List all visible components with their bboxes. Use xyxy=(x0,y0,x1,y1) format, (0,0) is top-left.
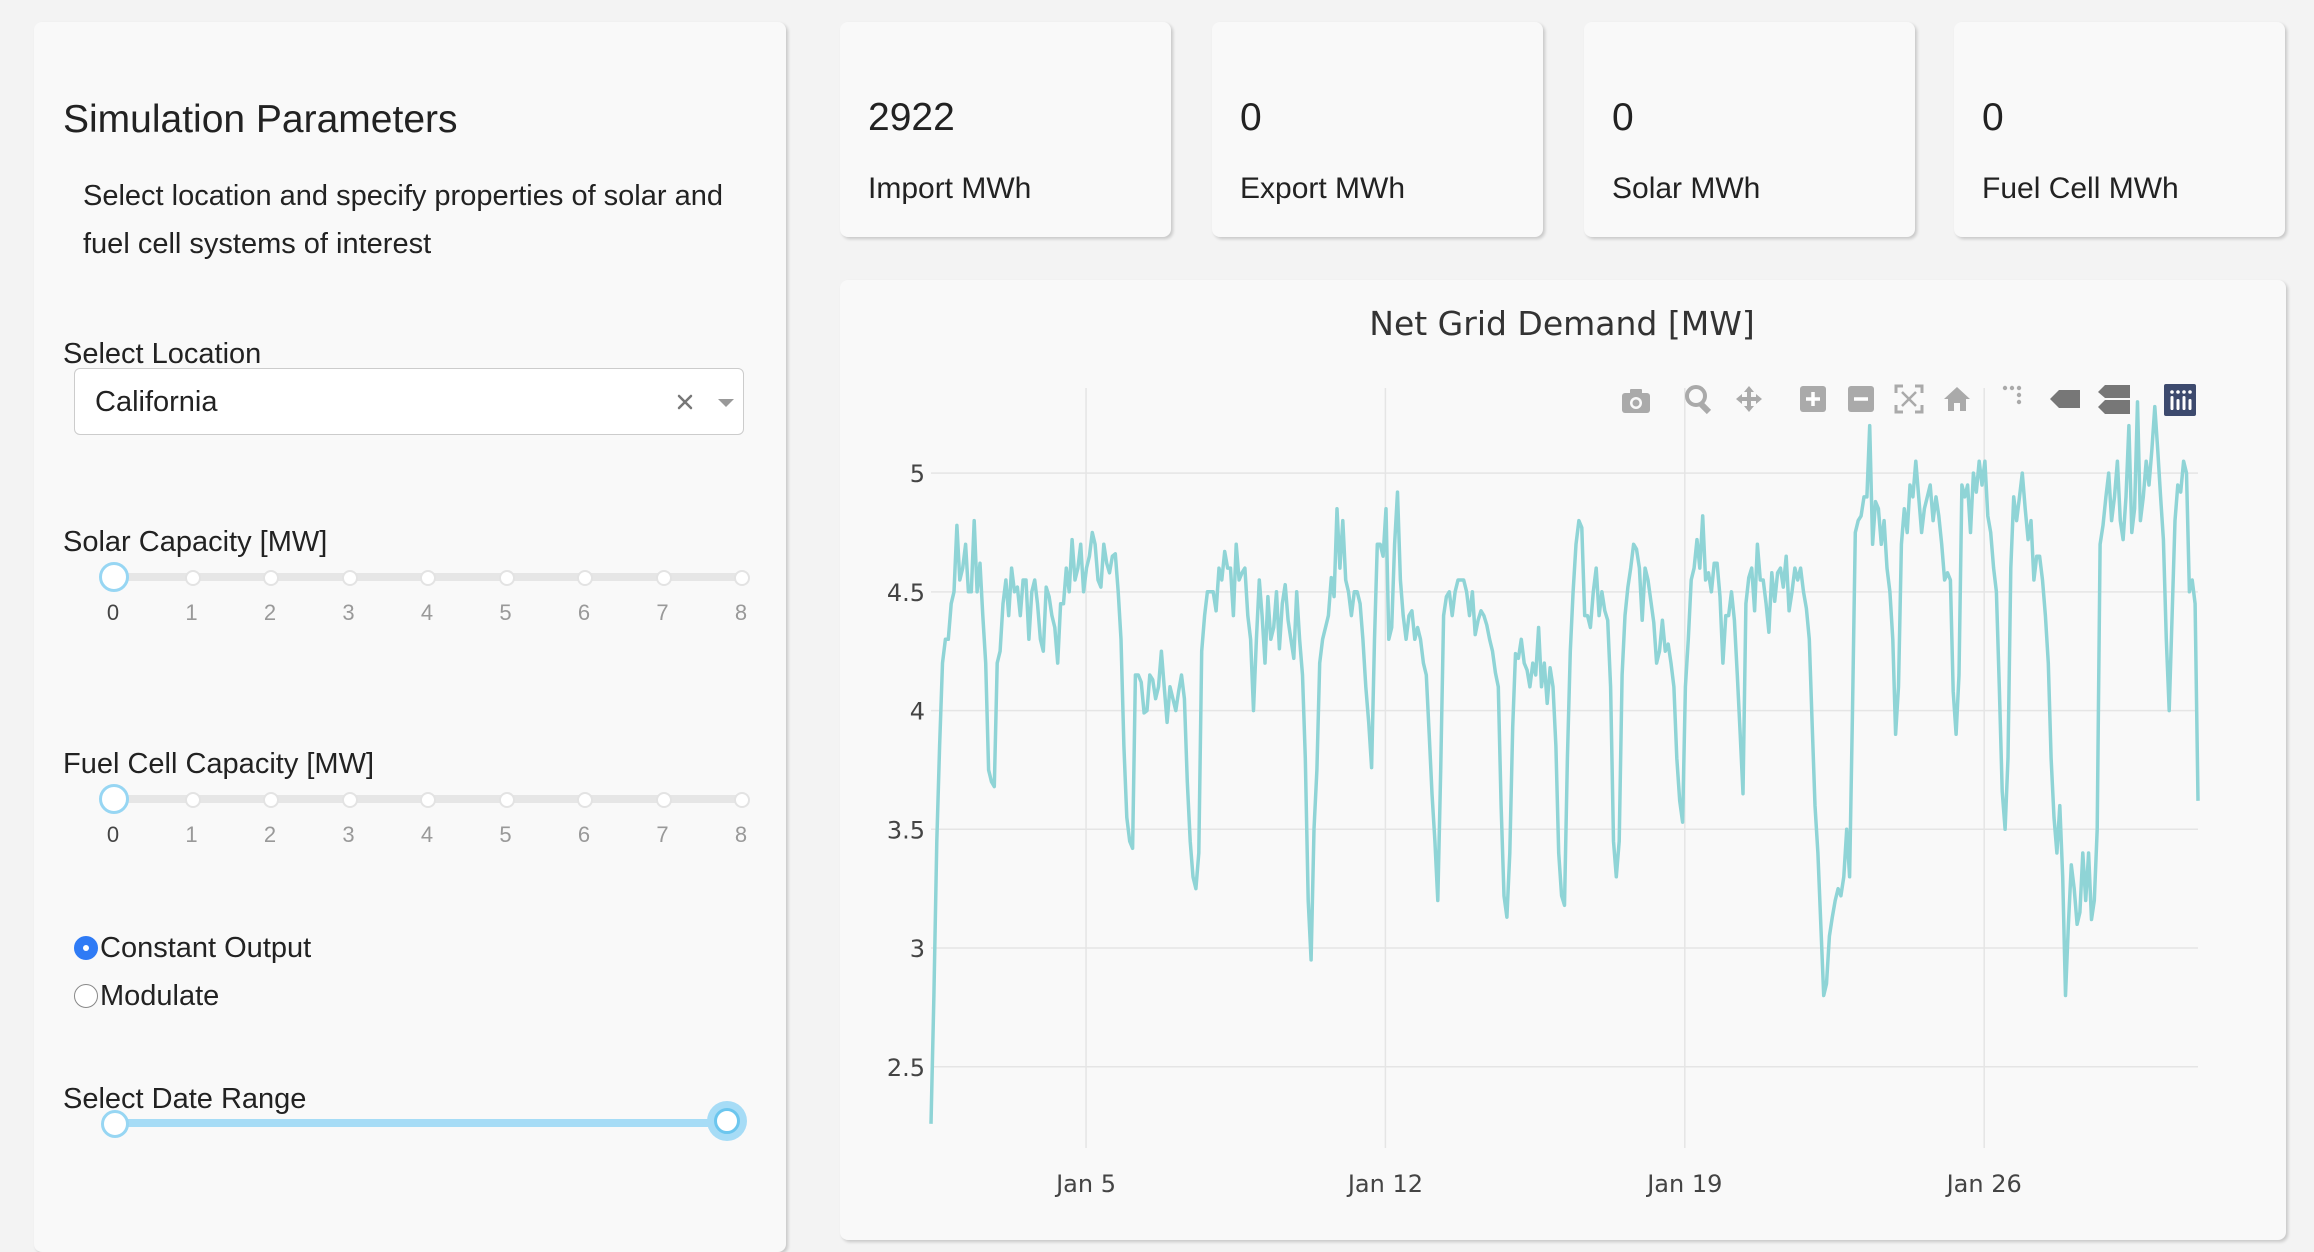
metric-value: 0 xyxy=(1240,96,1262,139)
net-grid-demand-chart-panel: 2.5 3 3.5 4 4.5 5 Jan 5 Jan 12 Jan 19 Jan 26 Net … xyxy=(840,280,2286,1240)
panel-description: Select location and specify properties o… xyxy=(83,180,723,260)
metric-value: 0 xyxy=(1982,96,2004,139)
slider-step-dot[interactable] xyxy=(577,570,593,586)
radio-modulate[interactable]: Modulate xyxy=(74,976,219,1016)
slider-tick-label: 2 xyxy=(263,600,277,625)
slider-step-dot[interactable] xyxy=(655,792,672,808)
clear-icon[interactable] xyxy=(670,387,700,417)
slider-tick-label: 7 xyxy=(656,600,669,625)
radio-button-selected[interactable] xyxy=(74,936,98,960)
camera-icon[interactable] xyxy=(1622,389,1650,413)
spike-lines-icon[interactable] xyxy=(2002,385,2022,405)
plotly-logo-icon[interactable] xyxy=(2164,384,2196,416)
slider-tick-label: 6 xyxy=(577,822,591,847)
slider-tick-label: 5 xyxy=(499,600,512,625)
slider-tick-label: 5 xyxy=(499,822,512,847)
metric-card-export: 0 Export MWh xyxy=(1212,22,1543,237)
slider-tick-label: 8 xyxy=(734,822,748,847)
hover-compare-icon[interactable] xyxy=(2098,385,2130,414)
slider-tick-label: 3 xyxy=(342,600,355,625)
metric-label: Import MWh xyxy=(868,172,1032,205)
slider-handle[interactable] xyxy=(99,562,129,592)
slider-step-dot[interactable] xyxy=(341,792,358,808)
solar-capacity-label: Solar Capacity [MW] xyxy=(63,526,328,558)
y-tick-label: 4 xyxy=(910,698,925,726)
slider-step-dot[interactable] xyxy=(184,570,201,586)
slider-tick-label: 2 xyxy=(263,822,277,847)
hover-closest-icon[interactable] xyxy=(2050,390,2080,408)
metric-value: 0 xyxy=(1612,96,1634,139)
panel-title: Simulation Parameters xyxy=(63,98,458,141)
slider-tick-label: 1 xyxy=(185,600,198,625)
slider-step-dot[interactable] xyxy=(655,570,672,586)
y-tick-label: 3 xyxy=(910,935,925,963)
slider-tick-label: 1 xyxy=(185,822,198,847)
fuel-cell-capacity-slider[interactable]: 0 1 2 3 4 5 6 7 8 xyxy=(99,782,750,847)
radio-label: Constant Output xyxy=(100,931,312,964)
zoom-in-icon[interactable] xyxy=(1800,386,1826,412)
radio-label: Modulate xyxy=(100,979,220,1012)
chart-modebar xyxy=(1622,384,2196,416)
x-tick-label: Jan 19 xyxy=(1645,1170,1722,1198)
slider-tick-label: 3 xyxy=(342,822,355,847)
slider-step-dot[interactable] xyxy=(420,570,436,586)
slider-handle[interactable] xyxy=(99,784,129,814)
y-tick-label: 2.5 xyxy=(887,1054,925,1082)
radio-constant-output[interactable]: Constant Output xyxy=(74,928,311,968)
date-range-slider[interactable] xyxy=(101,1101,747,1154)
location-selected-value: California xyxy=(95,386,218,418)
solar-capacity-slider[interactable]: 0 1 2 3 4 5 6 7 8 xyxy=(99,560,750,625)
fuel-cell-capacity-label: Fuel Cell Capacity [MW] xyxy=(63,748,375,780)
slider-step-dot[interactable] xyxy=(420,792,436,808)
chevron-down-icon[interactable] xyxy=(711,387,741,417)
metric-label: Fuel Cell MWh xyxy=(1982,172,2179,205)
net-grid-demand-chart[interactable]: 2.5 3 3.5 4 4.5 5 Jan 5 Jan 12 Jan 19 Jan 26 Net … xyxy=(840,280,2286,1240)
slider-tick-label: 4 xyxy=(420,600,434,625)
chart-title: Net Grid Demand [MW] xyxy=(1369,304,1754,343)
metric-card-fuel-cell: 0 Fuel Cell MWh xyxy=(1954,22,2285,237)
simulation-parameters-panel: Simulation Parameters Select location an… xyxy=(34,22,786,1252)
range-end-handle[interactable] xyxy=(707,1101,747,1141)
x-tick-label: Jan 26 xyxy=(1945,1170,2022,1198)
range-track xyxy=(113,1119,741,1127)
slider-tick-label: 4 xyxy=(420,822,434,847)
zoom-icon[interactable] xyxy=(1685,385,1712,415)
metric-card-solar: 0 Solar MWh xyxy=(1584,22,1915,237)
slider-step-dot[interactable] xyxy=(184,792,201,808)
slider-step-dot[interactable] xyxy=(263,570,279,586)
slider-step-dot[interactable] xyxy=(498,792,515,808)
y-tick-label: 3.5 xyxy=(887,816,925,844)
slider-tick-label: 8 xyxy=(734,600,748,625)
metric-value: 2922 xyxy=(868,96,955,139)
net-grid-demand-line xyxy=(929,400,2200,1124)
range-start-handle[interactable] xyxy=(101,1110,129,1138)
location-label: Select Location xyxy=(63,338,262,370)
x-tick-label: Jan 5 xyxy=(1054,1170,1116,1198)
slider-step-dot[interactable] xyxy=(734,570,750,586)
radio-button[interactable] xyxy=(74,984,98,1008)
metric-card-import: 2922 Import MWh xyxy=(840,22,1171,237)
slider-step-dot[interactable] xyxy=(263,792,279,808)
slider-tick-label: 7 xyxy=(656,822,669,847)
metric-label: Solar MWh xyxy=(1612,172,1761,205)
y-tick-label: 4.5 xyxy=(887,579,925,607)
reset-axes-icon[interactable] xyxy=(1944,387,1970,411)
slider-step-dot[interactable] xyxy=(341,570,358,586)
location-dropdown[interactable]: California xyxy=(74,368,744,435)
y-tick-label: 5 xyxy=(910,460,925,488)
pan-icon[interactable] xyxy=(1736,386,1762,412)
x-tick-label: Jan 12 xyxy=(1346,1170,1423,1198)
slider-tick-label: 6 xyxy=(577,600,591,625)
slider-tick-label: 0 xyxy=(106,822,120,847)
slider-step-dot[interactable] xyxy=(734,792,750,808)
slider-step-dot[interactable] xyxy=(498,570,515,586)
autoscale-icon[interactable] xyxy=(1894,384,1924,414)
slider-step-dot[interactable] xyxy=(577,792,593,808)
slider-tick-label: 0 xyxy=(106,600,120,625)
metric-label: Export MWh xyxy=(1240,172,1406,205)
zoom-out-icon[interactable] xyxy=(1848,386,1874,412)
